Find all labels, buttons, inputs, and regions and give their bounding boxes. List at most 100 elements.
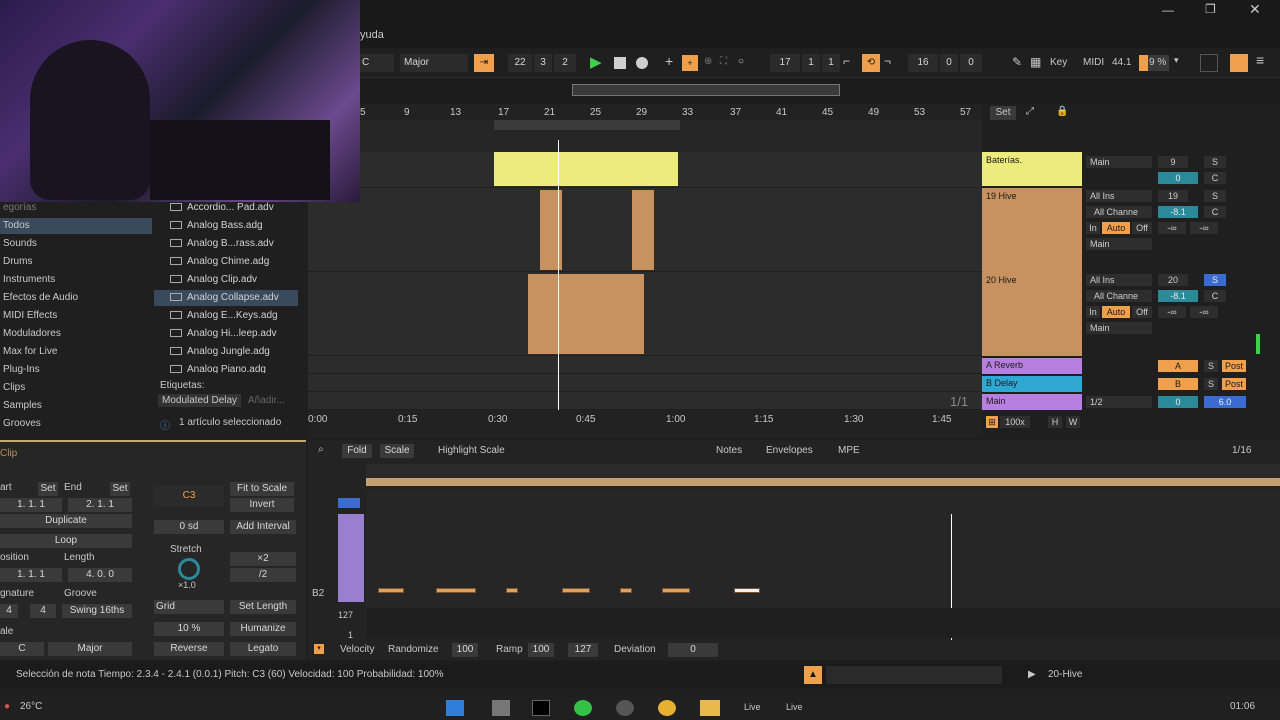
file-item[interactable]: Analog Clip.adv [170,274,257,285]
cpu-dropdown-icon[interactable]: ▾ [1174,55,1179,66]
highlight-scale[interactable]: Highlight Scale [438,445,505,456]
track-input-select[interactable]: All Ins [1086,190,1152,202]
menu-hamburger-icon[interactable]: ≡ [1256,52,1264,68]
main-pan[interactable]: 6.0 [1204,396,1246,408]
groove-select[interactable]: Swing 16ths [62,604,132,618]
loop-start-beat[interactable]: 1 [802,54,820,72]
scale-button[interactable]: Scale [380,444,414,458]
tag-chip[interactable]: Modulated Delay [158,394,242,407]
stop-icon[interactable] [614,57,626,69]
add-interval-button[interactable]: Add Interval [230,520,296,534]
category-sounds[interactable]: Sounds [3,238,37,249]
overview-window[interactable] [572,84,840,96]
scale-select[interactable]: Major [400,54,468,72]
ramp-end[interactable]: 127 [568,643,598,657]
loop-length-six[interactable]: 0 [960,54,982,72]
ramp-start[interactable]: 100 [528,643,554,657]
track-a-reverb[interactable]: A Reverb [982,358,1082,374]
tab-envelopes[interactable]: Envelopes [766,445,813,456]
solo-button[interactable]: S [1204,378,1218,390]
track-channel-select[interactable]: All Channe [1086,290,1152,302]
clip-20-hive[interactable] [528,274,644,354]
grid-select[interactable]: Grid [154,600,224,614]
category-midi-effects[interactable]: MIDI Effects [3,310,57,321]
deviation-value[interactable]: 0 [668,643,718,657]
halve-button[interactable]: /2 [230,568,296,582]
category-drums[interactable]: Drums [3,256,32,267]
loop-start-bar[interactable]: 17 [770,54,800,72]
lane-a-reverb[interactable] [308,356,984,374]
warning-icon[interactable]: ▲ [804,666,822,684]
loop-length[interactable]: 4. 0. 0 [68,568,132,582]
midi-note[interactable] [662,588,690,593]
chrome-icon[interactable] [658,700,676,716]
fold-button[interactable]: Fold [342,444,372,458]
midi-note[interactable] [562,588,590,593]
category-audio-effects[interactable]: Efectos de Audio [3,292,78,303]
track-20-hive[interactable]: 20 Hive [982,272,1082,356]
app-icon[interactable] [616,700,634,716]
lane-20-hive[interactable] [308,272,984,356]
scale-root-select[interactable]: C [0,642,44,656]
file-item[interactable]: Analog Collapse.adv [170,292,279,303]
punch-out-icon[interactable]: ¬ [884,54,891,68]
tab-notes[interactable]: Notes [716,445,742,456]
monitor-off-button[interactable]: Off [1132,222,1152,234]
clip-baterias[interactable] [494,152,678,186]
file-item[interactable]: Analog B...rass.adv [170,238,274,249]
clip-overview[interactable] [826,666,1002,684]
monitor-auto-button[interactable]: Auto [1102,306,1130,318]
position-sixteenth[interactable]: 2 [554,54,576,72]
category-samples[interactable]: Samples [3,400,42,411]
category-grooves[interactable]: Grooves [3,418,41,429]
automation-icon[interactable]: ⊕ [704,56,712,67]
midi-note[interactable] [506,588,518,593]
start-set-button[interactable]: Set [38,482,58,496]
add-icon[interactable]: + [665,53,673,69]
track-input-select[interactable]: All Ins [1086,274,1152,286]
midi-note[interactable] [378,588,404,593]
note-display[interactable]: C3 [154,486,224,506]
track-output-select[interactable]: Main [1086,322,1152,334]
note-grid[interactable] [366,490,1280,610]
live-app-2[interactable]: Live [786,702,803,712]
bar-ruler[interactable]: 5 9 13 17 21 25 29 33 37 41 45 49 53 57 [308,104,984,120]
loop-start-six[interactable]: 1 [822,54,840,72]
play-icon[interactable]: ▶ [590,53,602,71]
send-a[interactable]: -∞ [1158,222,1186,234]
set-button[interactable]: Set [990,106,1016,120]
main-ratio-select[interactable]: 1/2 [1086,396,1152,408]
category-plugins[interactable]: Plug-Ins [3,364,40,375]
file-item[interactable]: Analog Piano.adg [170,364,266,373]
tag-add[interactable]: Añadir... [248,395,285,406]
velocity-fold-icon[interactable]: ▾ [314,644,324,654]
key-root-select[interactable]: C [360,54,394,72]
lane-b-delay[interactable] [308,374,984,392]
search-icon[interactable]: ⌕ [318,444,324,455]
main-volume[interactable]: 0 [1158,396,1198,408]
lane-main[interactable] [308,392,984,410]
randomize-button[interactable]: Randomize [388,644,439,655]
track-baterias[interactable]: Baterías. [982,152,1082,186]
files-icon[interactable] [492,700,510,716]
send-b[interactable]: -∞ [1190,306,1218,318]
follow-icon[interactable]: ⇥ [474,54,494,72]
loop-button[interactable]: Loop [0,534,132,548]
midi-map-button[interactable]: MIDI [1083,57,1104,68]
zoom-value[interactable]: 100x [1000,416,1030,428]
minimize-icon[interactable]: — [1162,3,1174,17]
end-set-button[interactable]: Set [110,482,130,496]
draw-mode-icon[interactable]: ✎ [1012,55,1022,69]
monitor-off-button[interactable]: Off [1132,306,1152,318]
file-item[interactable]: Analog Jungle.adg [170,346,270,357]
send-b[interactable]: -∞ [1190,222,1218,234]
loop-length-bar[interactable]: 16 [908,54,938,72]
file-item[interactable]: Analog E...Keys.adg [170,310,278,321]
duplicate-button[interactable]: Duplicate [0,514,132,528]
track-19-hive[interactable]: 19 Hive [982,188,1082,272]
loop-position[interactable]: 1. 1. 1 [0,568,62,582]
capture-icon[interactable]: ⛶ [720,56,727,67]
position-beat[interactable]: 3 [534,54,552,72]
ramp-button[interactable]: Ramp [496,644,523,655]
solo-button[interactable]: S [1204,190,1226,202]
